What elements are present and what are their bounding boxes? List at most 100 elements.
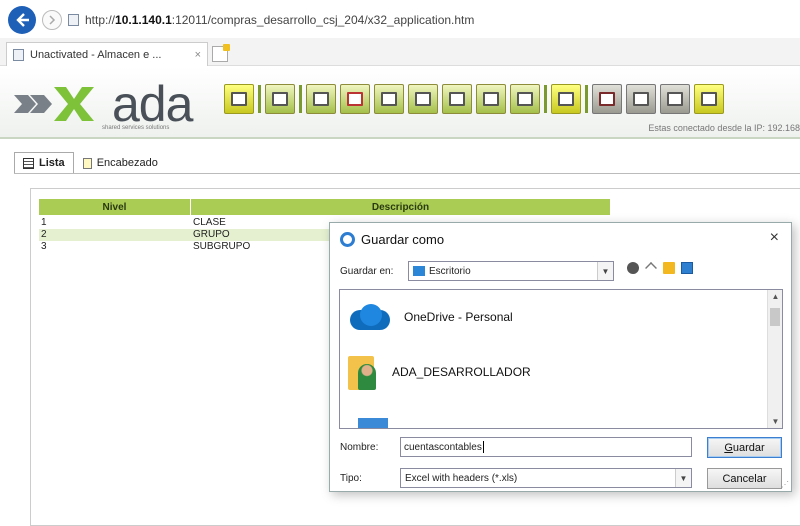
export-icon	[483, 92, 499, 106]
cancel-button[interactable]: Cancelar	[707, 468, 782, 489]
desktop-folder-icon	[413, 266, 425, 276]
file-list-scrollbar[interactable]: ▲ ▼	[767, 290, 782, 428]
filename-label: Nombre:	[340, 442, 379, 453]
extra-button[interactable]	[694, 84, 724, 114]
save-in-select[interactable]: Escritorio ▼	[408, 261, 614, 281]
new-folder-icon[interactable]	[663, 262, 675, 274]
delete-button[interactable]	[340, 84, 370, 114]
back-button[interactable]	[8, 6, 36, 34]
close-icon[interactable]: ×	[770, 229, 779, 247]
ip-info: Estas conectado desde la IP: 192.168	[648, 123, 800, 133]
save-as-dialog: Guardar como × Guardar en: Escritorio ▼ …	[329, 222, 792, 492]
browser-tab-title: Unactivated - Almacen e ...	[30, 48, 162, 61]
export-button[interactable]	[476, 84, 506, 114]
folder-button[interactable]	[510, 84, 540, 114]
save-button[interactable]: Guardar	[707, 437, 782, 458]
chevron-down-icon: ▼	[675, 469, 691, 487]
new-tab-icon[interactable]	[212, 44, 230, 62]
list-icon	[23, 157, 34, 169]
scroll-thumb[interactable]	[770, 308, 780, 326]
filetype-label: Tipo:	[340, 473, 362, 484]
cell-descripcion: GRUPO	[193, 229, 230, 240]
new-button[interactable]	[265, 84, 295, 114]
arrow-right-icon	[49, 15, 56, 25]
column-header-descripcion[interactable]: Descripción	[191, 199, 611, 215]
open-button[interactable]	[224, 84, 254, 114]
url-prefix: http://	[85, 13, 116, 27]
tab-encabezado[interactable]: Encabezado	[74, 152, 167, 174]
save-button-label: Guardar	[724, 441, 765, 454]
scroll-up-icon[interactable]: ▲	[768, 292, 782, 301]
app-header: ada shared services solutions Estas cone…	[0, 67, 800, 139]
list-item-label: OneDrive - Personal	[404, 310, 513, 324]
dialog-title: Guardar como	[361, 232, 445, 247]
text-caret	[482, 441, 484, 453]
up-folder-icon[interactable]	[645, 262, 657, 274]
undo-icon	[381, 92, 397, 106]
column-header-nivel[interactable]: Nivel	[39, 199, 191, 215]
url-field[interactable]: http://10.1.140.1:12011/compras_desarrol…	[68, 13, 474, 27]
magnifier-icon	[449, 92, 465, 106]
list-item[interactable]: OneDrive - Personal	[346, 304, 513, 330]
logo-mark-icon	[14, 87, 94, 121]
page-icon	[68, 14, 79, 26]
tab-divider	[14, 173, 800, 174]
print-button[interactable]	[408, 84, 438, 114]
filetype-select[interactable]: Excel with headers (*.xls) ▼	[400, 468, 692, 488]
lock-button[interactable]	[551, 84, 581, 114]
money-button[interactable]	[592, 84, 622, 114]
folder-icon	[231, 92, 247, 106]
cancel-button-label: Cancelar	[722, 472, 767, 485]
tab-encabezado-label: Encabezado	[96, 157, 158, 169]
money-bag-icon	[599, 92, 615, 106]
delete-icon	[347, 92, 363, 106]
filetype-value: Excel with headers (*.xls)	[405, 472, 518, 484]
document-icon	[82, 157, 92, 169]
save-toolbar-button[interactable]	[306, 84, 336, 114]
undo-button[interactable]	[374, 84, 404, 114]
tab-lista[interactable]: Lista	[14, 152, 74, 174]
save-in-label: Guardar en:	[340, 266, 394, 277]
url-host: 10.1.140.1	[115, 13, 172, 27]
partial-folder-icon	[358, 418, 388, 428]
lock-icon	[558, 92, 574, 106]
toolbar-separator	[258, 85, 261, 113]
filename-input[interactable]: cuentascontables	[400, 437, 692, 457]
folder-open-icon	[517, 92, 533, 106]
browser-address-bar: http://10.1.140.1:12011/compras_desarrol…	[0, 0, 800, 38]
new-document-icon	[272, 92, 288, 106]
cell-descripcion: SUBGRUPO	[193, 241, 251, 252]
search-button[interactable]	[442, 84, 472, 114]
resize-grip-icon[interactable]: ⋰	[781, 480, 789, 489]
cell-nivel: 1	[41, 217, 47, 228]
save-in-value: Escritorio	[429, 265, 471, 277]
camera-icon	[633, 92, 649, 106]
logo-subtitle: shared services solutions	[102, 125, 170, 131]
dialog-nav-icons	[627, 262, 693, 274]
inner-tabs: Lista Encabezado	[14, 152, 167, 174]
camera-button[interactable]	[626, 84, 656, 114]
tab-close-icon[interactable]: ×	[195, 49, 201, 61]
grid-header: Nivel Descripción	[39, 199, 611, 215]
toolbar-separator	[544, 85, 547, 113]
cell-nivel: 3	[41, 241, 47, 252]
grid-button[interactable]	[660, 84, 690, 114]
url-path: :12011/compras_desarrollo_csj_204/x32_ap…	[171, 13, 475, 27]
user-folder-icon	[346, 352, 380, 392]
browser-tab[interactable]: Unactivated - Almacen e ... ×	[6, 42, 208, 66]
cell-nivel: 2	[41, 229, 47, 240]
grid-icon	[667, 92, 683, 106]
tool-icon	[701, 92, 717, 106]
printer-icon	[415, 92, 431, 106]
browser-tab-strip: Unactivated - Almacen e ... ×	[0, 38, 800, 66]
scroll-down-icon[interactable]: ▼	[768, 417, 782, 426]
toolbar-separator	[585, 85, 588, 113]
internet-explorer-icon	[340, 232, 355, 247]
forward-button[interactable]	[42, 10, 62, 30]
back-icon[interactable]	[627, 262, 639, 274]
toolbar-separator	[299, 85, 302, 113]
file-list: OneDrive - Personal ADA_DESARROLLADOR ▲ …	[339, 289, 783, 429]
list-item[interactable]: ADA_DESARROLLADOR	[346, 352, 531, 392]
view-menu-icon[interactable]	[681, 262, 693, 274]
floppy-disk-icon	[313, 92, 329, 106]
